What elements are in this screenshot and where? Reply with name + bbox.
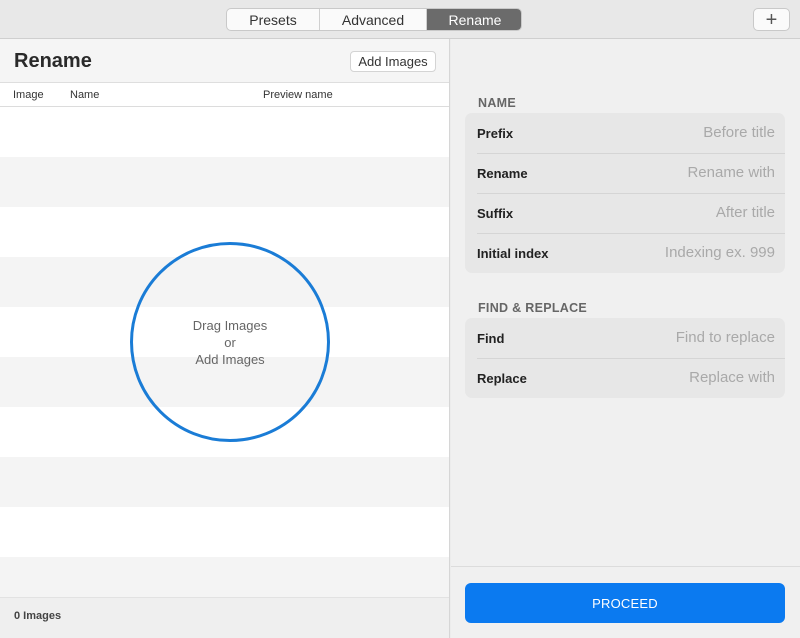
panel-footer: 0 Images — [0, 597, 449, 638]
add-images-button[interactable]: Add Images — [350, 51, 436, 72]
name-fields-group: Prefix Rename Suffix Initial index — [465, 113, 785, 273]
table-row — [0, 157, 449, 207]
drop-zone[interactable]: Drag Images or Add Images — [130, 242, 330, 442]
column-header-preview-name[interactable]: Preview name — [263, 89, 333, 101]
table-header: Image Name Preview name — [0, 83, 449, 107]
tab-rename[interactable]: Rename — [427, 9, 521, 30]
name-section-title: NAME — [478, 96, 517, 110]
prefix-label: Prefix — [477, 126, 514, 141]
image-count: 0 Images — [14, 610, 62, 622]
rename-field: Rename — [465, 153, 785, 193]
drop-zone-line-2: or — [224, 334, 236, 350]
replace-field: Replace — [465, 358, 785, 398]
suffix-field: Suffix — [465, 193, 785, 233]
find-label: Find — [477, 331, 505, 346]
plus-icon: + — [765, 8, 778, 31]
initial-index-label: Initial index — [477, 246, 549, 261]
table-row — [0, 507, 449, 557]
image-list-panel: Rename Add Images Image Name Preview nam… — [0, 39, 450, 638]
table-row — [0, 457, 449, 507]
column-header-name[interactable]: Name — [70, 89, 99, 101]
rename-label: Rename — [477, 166, 528, 181]
suffix-input[interactable] — [595, 200, 775, 224]
drop-zone-line-3: Add Images — [195, 351, 265, 367]
prefix-input[interactable] — [595, 120, 775, 144]
tab-presets[interactable]: Presets — [227, 9, 320, 30]
prefix-field: Prefix — [465, 113, 785, 153]
tab-advanced[interactable]: Advanced — [320, 9, 427, 30]
rename-options-panel: NAME Prefix Rename Suffix Initial index … — [451, 39, 800, 638]
view-segmented-control: Presets Advanced Rename — [226, 8, 522, 31]
drop-zone-line-1: Drag Images — [192, 317, 268, 333]
table-row — [0, 107, 449, 157]
divider — [451, 566, 800, 567]
find-field: Find — [465, 318, 785, 358]
panel-header: Rename Add Images — [0, 39, 449, 83]
suffix-label: Suffix — [477, 206, 514, 221]
initial-index-field: Initial index — [465, 233, 785, 273]
find-input[interactable] — [595, 325, 775, 349]
toolbar: Presets Advanced Rename + — [0, 0, 800, 39]
rename-input[interactable] — [595, 160, 775, 184]
add-button[interactable]: + — [753, 8, 790, 31]
initial-index-input[interactable] — [595, 240, 775, 264]
page-title: Rename — [14, 50, 92, 72]
find-replace-section-title: FIND & REPLACE — [478, 301, 588, 315]
replace-input[interactable] — [595, 365, 775, 389]
replace-label: Replace — [477, 371, 527, 386]
proceed-button[interactable]: PROCEED — [465, 583, 785, 623]
find-replace-fields-group: Find Replace — [465, 318, 785, 398]
column-header-image[interactable]: Image — [13, 89, 44, 101]
